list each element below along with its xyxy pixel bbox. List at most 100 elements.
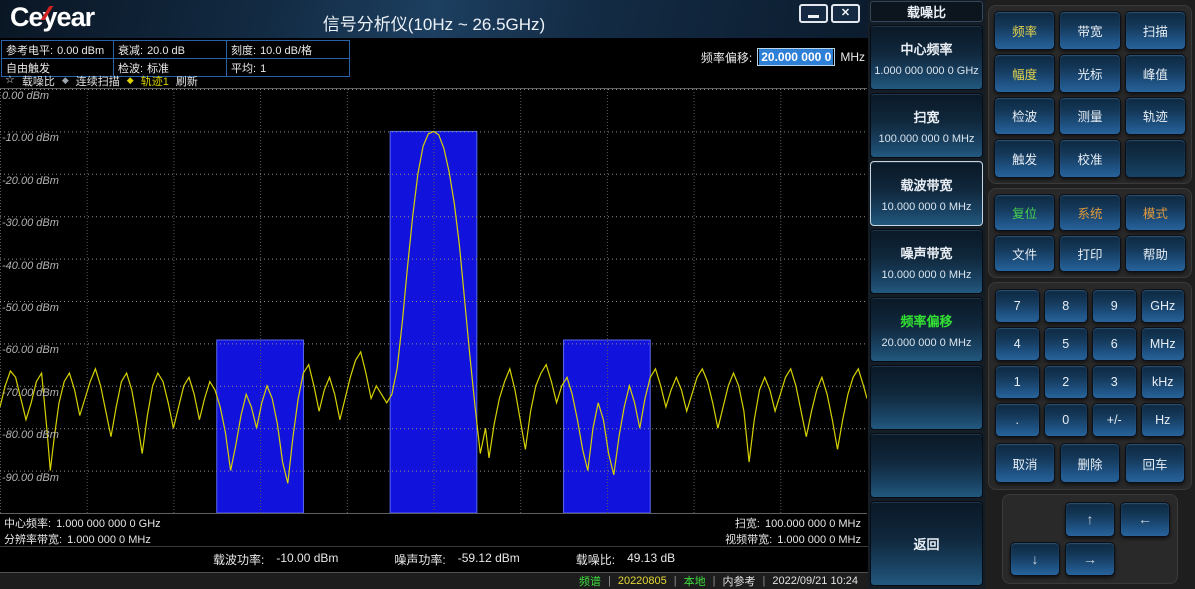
param-label: 刻度:: [231, 45, 256, 57]
key-peak[interactable]: 峰值: [1125, 54, 1186, 93]
footer-info: 中心频率:1.000 000 000 0 GHz 扫宽:100.000 000 …: [0, 514, 868, 546]
status-bar: 频谱|20220805|本地|内参考|2022/09/21 10:24: [0, 572, 868, 589]
key-5[interactable]: 5: [1044, 327, 1089, 361]
noise-power-readout: 噪声功率:-59.12 dBm: [394, 551, 519, 568]
key-mode[interactable]: 模式: [1125, 194, 1186, 231]
key-dot[interactable]: .: [995, 403, 1040, 437]
key-sweep[interactable]: 扫描: [1125, 11, 1186, 50]
key-delete[interactable]: 删除: [1060, 443, 1120, 483]
softkey-label: 频率偏移: [900, 311, 952, 330]
amplitude-tick-label: 0.00 dBm: [2, 91, 49, 102]
function-key-group: 频率带宽扫描幅度光标峰值检波测量轨迹触发校准: [988, 5, 1192, 184]
freq-offset-value: 20.000 000 0: [759, 49, 833, 65]
key-amplitude[interactable]: 幅度: [994, 54, 1055, 93]
menu-item-noise-bandwidth[interactable]: 噪声带宽10.000 000 0 MHz: [870, 229, 983, 294]
menu-item-blank-1: [870, 365, 983, 430]
amplitude-tick-label: -40.00 dBm: [2, 261, 59, 272]
key-1[interactable]: 1: [995, 365, 1040, 399]
softkey-value: 1.000 000 000 0 GHz: [874, 65, 979, 77]
softkey-label: 中心频率: [900, 39, 952, 58]
key-6[interactable]: 6: [1092, 327, 1137, 361]
amplitude-tick-label: -60.00 dBm: [2, 345, 59, 356]
param-cell-r0c0: 参考电平: 0.00 dBm: [2, 41, 114, 59]
key-enter[interactable]: 回车: [1125, 443, 1185, 483]
key-left[interactable]: ←: [1120, 502, 1170, 537]
star-icon: ☆: [5, 75, 15, 86]
softkey-label: 载波带宽: [900, 175, 952, 194]
close-button[interactable]: ✕: [831, 4, 860, 23]
key-khz[interactable]: kHz: [1141, 365, 1186, 399]
key-frequency[interactable]: 频率: [994, 11, 1055, 50]
key-measure[interactable]: 测量: [1059, 97, 1120, 136]
amplitude-tick-label: -10.00 dBm: [2, 133, 59, 144]
key-hz[interactable]: Hz: [1141, 403, 1186, 437]
minimize-button[interactable]: [799, 4, 828, 23]
parameter-table: 参考电平:0.00 dBm衰减:20.0 dB刻度:10.0 dB/格自由触发检…: [1, 40, 350, 77]
key-3[interactable]: 3: [1092, 365, 1137, 399]
sweep-mode-label: 连续扫描: [76, 73, 120, 89]
key-detector[interactable]: 检波: [994, 97, 1055, 136]
status-separator: |: [713, 575, 716, 587]
key-right[interactable]: →: [1065, 542, 1115, 577]
key-cancel[interactable]: 取消: [995, 443, 1055, 483]
key-bandwidth[interactable]: 带宽: [1059, 11, 1120, 50]
param-label: 平均:: [231, 63, 256, 75]
key-mhz[interactable]: MHz: [1141, 327, 1186, 361]
param-cell-r0c2: 刻度: 10.0 dB/格: [227, 41, 350, 59]
menu-item-center-frequency[interactable]: 中心频率 1.000 000 000 0 GHz: [870, 25, 983, 90]
key-system[interactable]: 系统: [1059, 194, 1120, 231]
param-label: 参考电平:: [6, 45, 53, 57]
key-print[interactable]: 打印: [1059, 235, 1120, 272]
amplitude-tick-label: -30.00 dBm: [2, 218, 59, 229]
numeric-key-group: 789GHz 456MHz 123kHz.0+/-Hz 取消删除回车: [988, 282, 1192, 490]
status-local-status: 本地: [684, 573, 706, 589]
logo-text: Ce: [10, 2, 43, 32]
menu-item-carrier-bandwidth[interactable]: 载波带宽 10.000 000 0 MHz: [870, 161, 983, 226]
key-help[interactable]: 帮助: [1125, 235, 1186, 272]
amplitude-tick-label: -50.00 dBm: [2, 303, 59, 314]
menu-item-frequency-offset[interactable]: 频率偏移 20.000 000 0 MHz: [870, 297, 983, 362]
key-9[interactable]: 9: [1092, 289, 1137, 323]
param-value: 10.0 dB/格: [260, 45, 312, 57]
key-file[interactable]: 文件: [994, 235, 1055, 272]
key-8[interactable]: 8: [1044, 289, 1089, 323]
key-0[interactable]: 0: [1044, 403, 1089, 437]
key-7[interactable]: 7: [995, 289, 1040, 323]
softkey-value: 100.000 000 0 MHz: [878, 133, 974, 145]
freq-offset-input[interactable]: 20.000 000 0: [757, 48, 835, 66]
numeric-keys: 789GHz 456MHz 123kHz.0+/-Hz: [995, 289, 1185, 437]
status-separator: |: [674, 575, 677, 587]
measurement-status-row: ☆ 载噪比 ◆ 连续扫描 ◆ 轨迹1 刷新: [5, 74, 198, 87]
param-value: 0.00 dBm: [57, 45, 104, 57]
param-cell-r0c1: 衰减:20.0 dB: [114, 41, 227, 59]
center-frequency-readout: 中心频率:1.000 000 000 0 GHz: [4, 515, 161, 531]
menu-item-span[interactable]: 扫宽 100.000 000 0 MHz: [870, 93, 983, 158]
window-title: 信号分析仪(10Hz ~ 26.5GHz): [120, 10, 748, 35]
key-calibration[interactable]: 校准: [1059, 139, 1120, 178]
minimize-icon: [808, 15, 819, 18]
amplitude-tick-label: -20.00 dBm: [2, 176, 59, 187]
softkey-value: 10.000 000 0 MHz: [882, 201, 972, 213]
softkey-value: 20.000 000 0 MHz: [882, 337, 972, 349]
logo-accent-slash: y: [43, 2, 57, 33]
softkey-label: 扫宽: [913, 107, 939, 126]
key-marker[interactable]: 光标: [1059, 54, 1120, 93]
menu-item-blank-2: [870, 433, 983, 498]
key-plusminus[interactable]: +/-: [1092, 403, 1137, 437]
vbw-readout: 视频带宽:1.000 000 0 MHz: [725, 531, 861, 547]
key-4[interactable]: 4: [995, 327, 1040, 361]
menu-item-return[interactable]: 返回: [870, 501, 983, 586]
key-trigger[interactable]: 触发: [994, 139, 1055, 178]
key-ghz[interactable]: GHz: [1141, 289, 1186, 323]
key-reset[interactable]: 复位: [994, 194, 1055, 231]
key-up[interactable]: ↑: [1065, 502, 1115, 537]
measure-name: 载噪比: [22, 73, 55, 89]
softkey-label: 噪声带宽: [900, 243, 952, 262]
span-readout: 扫宽:100.000 000 0 MHz: [735, 515, 861, 531]
softkey-menu-header: 载噪比: [870, 1, 983, 22]
key-down[interactable]: ↓: [1010, 542, 1060, 577]
key-2[interactable]: 2: [1044, 365, 1089, 399]
ceyear-logo: Ceyear: [10, 2, 94, 33]
trace-mode: 刷新: [176, 73, 198, 89]
key-trace[interactable]: 轨迹: [1125, 97, 1186, 136]
